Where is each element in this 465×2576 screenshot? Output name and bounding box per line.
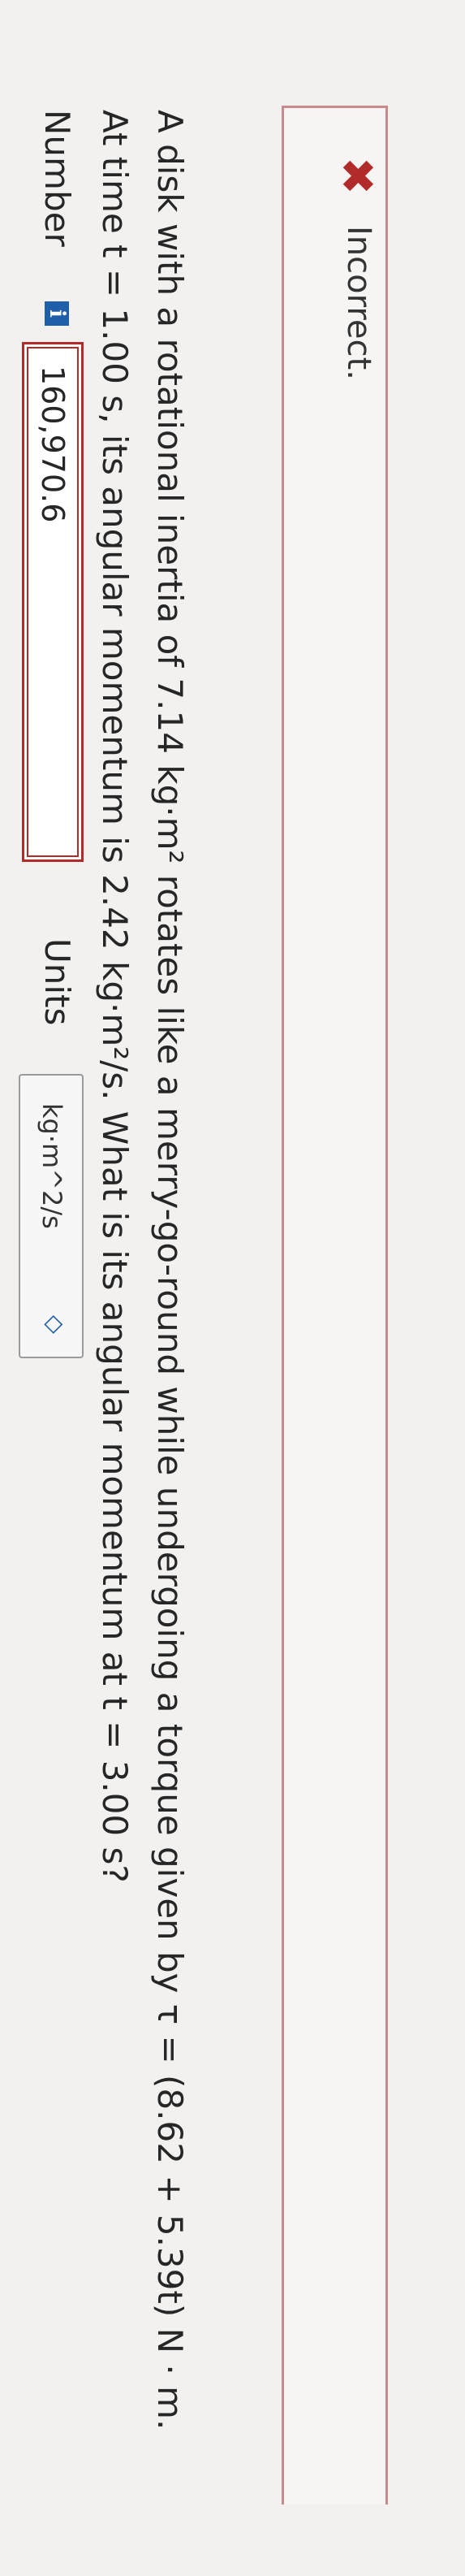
units-select[interactable]: kg·m^2/s ◇ <box>19 1074 84 1358</box>
info-icon[interactable]: i <box>45 301 69 326</box>
feedback-banner: ✖ Incorrect. <box>282 106 388 2505</box>
number-input[interactable] <box>24 344 81 859</box>
units-label: Units <box>37 938 77 1026</box>
chevron-up-down-icon: ◇ <box>41 1314 69 1334</box>
question-text: A disk with a rotational inertia of 7.14… <box>87 110 197 2547</box>
number-field[interactable] <box>22 342 84 862</box>
answer-row: Number i Units kg·m^2/s ◇ <box>2 110 84 2547</box>
number-label: Number <box>37 110 77 247</box>
feedback-text: Incorrect. <box>340 226 377 380</box>
units-value: kg·m^2/s <box>37 1103 67 1229</box>
close-icon: ✖ <box>330 157 383 195</box>
question-line-1: A disk with a rotational inertia of 7.14… <box>150 110 190 2431</box>
rotated-page: ✖ Incorrect. A disk with a rotational in… <box>0 0 465 2576</box>
question-line-2: At time t = 1.00 s, its angular momentum… <box>95 110 135 1883</box>
